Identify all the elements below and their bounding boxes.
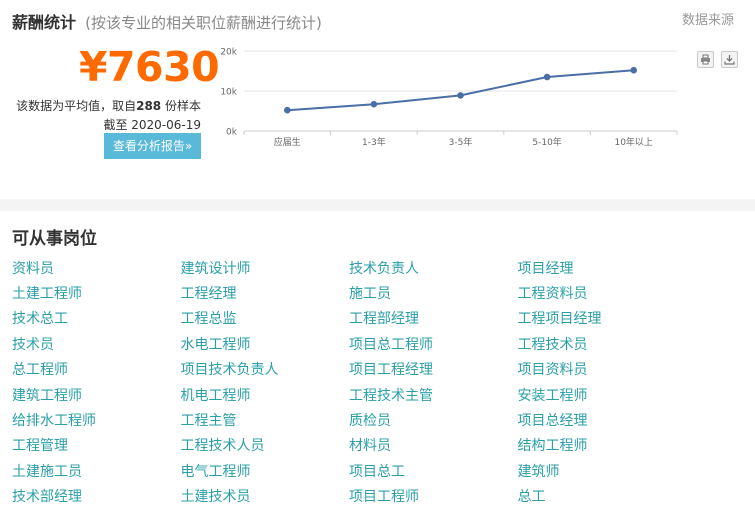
job-link[interactable]: 项目总工 — [349, 461, 518, 481]
job-link[interactable]: 质检员 — [349, 410, 518, 430]
job-link[interactable]: 建筑师 — [518, 461, 687, 481]
job-row: 给排水工程师 工程主管 质检员 项目总经理 — [12, 407, 752, 432]
section-separator — [0, 199, 755, 211]
job-link[interactable]: 土建技术员 — [181, 486, 350, 506]
job-link[interactable]: 工程技术主管 — [349, 385, 518, 405]
job-row: 资料员 建筑设计师 技术负责人 项目经理 — [12, 255, 752, 280]
y-tick-label: 10k — [220, 88, 237, 98]
sample-count: 288 — [136, 99, 162, 113]
jobs-section-title: 可从事岗位 — [12, 229, 97, 249]
x-tick-label: 3-5年 — [449, 136, 473, 148]
job-row: 土建施工员 电气工程师 项目总工 建筑师 — [12, 458, 752, 483]
job-link[interactable]: 项目总经理 — [518, 410, 687, 430]
job-row: 技术部经理 土建技术员 项目工程师 总工 — [12, 484, 752, 509]
job-row: 技术总工 工程总监 工程部经理 工程项目经理 — [12, 306, 752, 331]
print-button[interactable] — [697, 51, 714, 68]
job-link[interactable]: 土建施工员 — [12, 461, 181, 481]
x-tick-label: 5-10年 — [532, 136, 561, 148]
job-link[interactable]: 项目资料员 — [518, 359, 687, 379]
data-point[interactable] — [630, 66, 637, 74]
salary-panel: 薪酬统计 (按该专业的相关职位薪酬进行统计) 数据来源 ¥7630 该数据为平均… — [0, 0, 755, 199]
jobs-grid: 资料员 建筑设计师 技术负责人 项目经理 土建工程师 工程经理 施工员 工程资料员 技术总工 工程… — [12, 255, 752, 509]
sample-note: 该数据为平均值，取自288 份样本 — [16, 97, 201, 114]
job-link[interactable]: 工程技术员 — [518, 334, 687, 354]
job-link[interactable]: 项目总工程师 — [349, 334, 518, 354]
job-link[interactable]: 安装工程师 — [518, 385, 687, 405]
job-link[interactable]: 材料员 — [349, 435, 518, 455]
job-link[interactable]: 项目技术负责人 — [181, 359, 350, 379]
job-row: 土建工程师 工程经理 施工员 工程资料员 — [12, 280, 752, 305]
job-link[interactable]: 项目工程经理 — [349, 359, 518, 379]
y-tick-label: 20k — [220, 48, 237, 58]
data-point[interactable] — [543, 73, 551, 81]
job-link[interactable]: 工程技术人员 — [181, 435, 350, 455]
job-link[interactable]: 技术部经理 — [12, 486, 181, 506]
job-link[interactable]: 技术总工 — [12, 308, 181, 328]
job-row: 总工程师 项目技术负责人 项目工程经理 项目资料员 — [12, 357, 752, 382]
data-point[interactable] — [457, 92, 464, 99]
job-link[interactable]: 结构工程师 — [518, 435, 687, 455]
x-tick-label: 应届生 — [274, 136, 301, 148]
job-link[interactable]: 土建工程师 — [12, 283, 181, 303]
x-tick-label: 10年以上 — [614, 136, 652, 148]
job-link[interactable]: 总工程师 — [12, 359, 181, 379]
data-point[interactable] — [370, 100, 378, 108]
job-link[interactable]: 总工 — [518, 486, 687, 506]
job-link[interactable]: 机电工程师 — [181, 385, 350, 405]
job-row: 工程管理 工程技术人员 材料员 结构工程师 — [12, 433, 752, 458]
job-link[interactable]: 项目经理 — [518, 258, 687, 278]
job-link[interactable]: 工程管理 — [12, 435, 181, 455]
download-icon — [724, 55, 735, 65]
average-salary: ¥7630 — [79, 43, 220, 91]
x-tick-label: 1-3年 — [362, 136, 386, 148]
data-source-link[interactable]: 数据来源 — [682, 9, 734, 28]
job-link[interactable]: 工程项目经理 — [518, 308, 687, 328]
job-link[interactable]: 水电工程师 — [181, 334, 350, 354]
job-link[interactable]: 工程主管 — [181, 410, 350, 430]
salary-title: 薪酬统计 — [12, 13, 77, 32]
job-link[interactable]: 资料员 — [12, 258, 181, 278]
job-row: 技术员 水电工程师 项目总工程师 工程技术员 — [12, 331, 752, 356]
sample-note-prefix: 该数据为平均值，取自 — [16, 99, 137, 113]
job-link[interactable]: 建筑设计师 — [181, 258, 350, 278]
job-link[interactable]: 技术负责人 — [349, 258, 518, 278]
job-link[interactable]: 工程经理 — [181, 283, 350, 303]
print-icon — [701, 54, 710, 65]
download-button[interactable] — [721, 51, 738, 68]
job-link[interactable]: 工程部经理 — [349, 308, 518, 328]
view-report-button[interactable]: 查看分析报告» — [104, 133, 201, 159]
data-point[interactable] — [284, 106, 291, 114]
job-link[interactable]: 电气工程师 — [181, 461, 350, 481]
salary-line-chart: 0k 10k 20k 应届生 1-3年 3-5年 5-10年 10年以上 — [220, 48, 678, 148]
data-date: 截至 2020-06-19 — [103, 118, 201, 132]
job-link[interactable]: 技术员 — [12, 334, 181, 354]
sample-note-suffix: 份样本 — [161, 99, 201, 113]
series-line — [287, 69, 634, 112]
salary-subtitle: (按该专业的相关职位薪酬进行统计) — [85, 14, 322, 32]
job-link[interactable]: 给排水工程师 — [12, 410, 181, 430]
salary-header: 薪酬统计 (按该专业的相关职位薪酬进行统计) — [12, 9, 322, 33]
job-link[interactable]: 工程总监 — [181, 308, 350, 328]
job-row: 建筑工程师 机电工程师 工程技术主管 安装工程师 — [12, 382, 752, 407]
job-link[interactable]: 建筑工程师 — [12, 385, 181, 405]
job-link[interactable]: 项目工程师 — [349, 486, 518, 506]
job-link[interactable]: 施工员 — [349, 283, 518, 303]
job-link[interactable]: 工程资料员 — [518, 283, 687, 303]
y-tick-label: 0k — [226, 128, 238, 138]
